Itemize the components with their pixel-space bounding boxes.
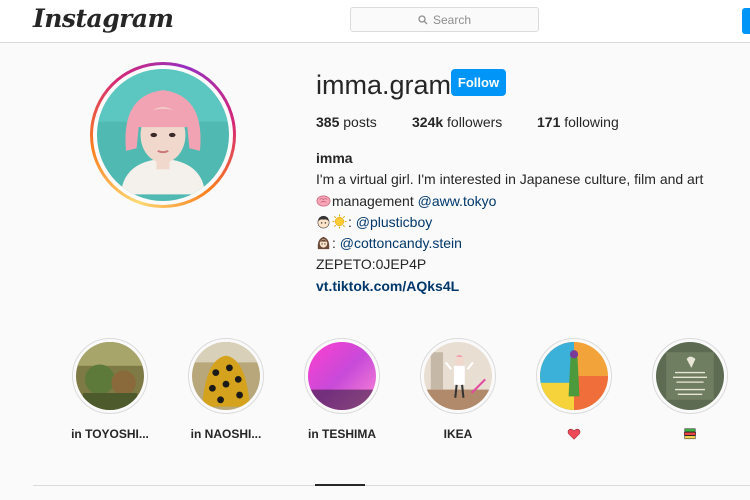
highlight-naoshima[interactable]: in NAOSHI... (176, 338, 276, 443)
instagram-logo[interactable]: Instagram (33, 4, 174, 33)
highlight-cover-image (540, 342, 608, 410)
management-handle-link[interactable]: @aww.tokyo (418, 193, 497, 209)
highlight-label: in TOYOSHI... (71, 427, 149, 441)
profile-avatar-ring[interactable] (90, 62, 236, 208)
profile-avatar (97, 69, 229, 201)
highlight-ikea[interactable]: IKEA (408, 338, 508, 443)
cottoncandy-handle-link[interactable]: @cottoncandy.stein (340, 235, 462, 251)
profile-full-name: imma (316, 150, 353, 166)
bio-external-link[interactable]: vt.tiktok.com/AQks4L (316, 278, 459, 294)
book-stack-icon (684, 428, 696, 440)
followers-link[interactable]: 324k followers (412, 114, 537, 130)
profile-username: imma.gram (316, 70, 452, 100)
highlight-label (524, 427, 624, 443)
highlight-label (640, 427, 740, 443)
brain-icon (316, 195, 331, 207)
highlight-toyoshima[interactable]: in TOYOSHI... (60, 338, 160, 443)
highlight-cover-image (308, 342, 376, 410)
highlight-books[interactable] (640, 338, 740, 443)
sun-face-icon (332, 214, 347, 229)
bio-line-cottoncandy: : @cottoncandy.stein (316, 233, 703, 254)
search-icon (418, 14, 428, 24)
bio-line-management: management @aww.tokyo (316, 191, 703, 212)
highlight-cover-image (424, 342, 492, 410)
heart-icon (567, 428, 581, 440)
bio-line-zepeto: ZEPETO:0JEP4P (316, 256, 427, 273)
profile-bio: imma I'm a virtual girl. I'm interested … (316, 148, 703, 297)
highlight-label: in NAOSHI... (190, 427, 262, 441)
search-input[interactable]: Search (350, 7, 539, 32)
story-highlights: in TOYOSHI... in NAOSHI... in TESHIMA IK… (0, 338, 750, 448)
follow-button[interactable]: Follow (451, 69, 506, 96)
highlight-teshima[interactable]: in TESHIMA (292, 338, 392, 443)
highlight-cover-image (656, 342, 724, 410)
profile-stats: 385 posts 324k followers 171 following (316, 114, 619, 130)
following-link[interactable]: 171 following (537, 114, 619, 130)
plusticboy-handle-link[interactable]: @plusticboy (356, 214, 432, 230)
girl-face-icon (317, 237, 330, 250)
highlight-label: in TESHIMA (308, 427, 376, 441)
tab-posts-indicator[interactable] (315, 484, 365, 486)
top-navigation-bar: Instagram Search (0, 0, 750, 43)
highlight-heart[interactable] (524, 338, 624, 443)
bio-line-description: I'm a virtual girl. I'm interested in Ja… (316, 171, 704, 188)
highlight-cover-image (76, 342, 144, 410)
boy-face-icon (317, 215, 330, 229)
highlight-label: IKEA (443, 427, 473, 441)
login-button[interactable] (742, 8, 750, 34)
highlight-cover-image (192, 342, 260, 410)
search-placeholder: Search (432, 12, 472, 27)
bio-line-plusticboy: : @plusticboy (316, 212, 703, 233)
tab-divider (33, 485, 750, 486)
posts-count: 385 posts (316, 114, 377, 130)
